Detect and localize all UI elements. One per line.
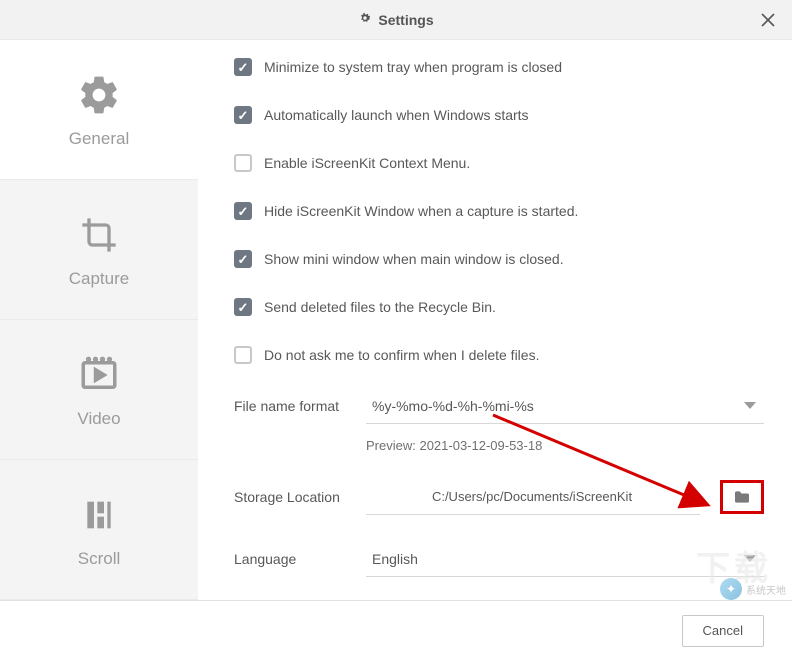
watermark: ✦ 系统天地 bbox=[720, 578, 786, 600]
checkbox-recycle-bin[interactable] bbox=[234, 298, 252, 316]
checkbox-minimize-tray[interactable] bbox=[234, 58, 252, 76]
sidebar-item-label: Scroll bbox=[78, 549, 121, 569]
sidebar-item-capture[interactable]: Capture bbox=[0, 180, 198, 320]
sidebar: General Capture Video Scroll bbox=[0, 40, 198, 600]
option-minimize-tray: Minimize to system tray when program is … bbox=[234, 58, 764, 76]
watermark-text: 系统天地 bbox=[746, 582, 786, 597]
cancel-button[interactable]: Cancel bbox=[682, 615, 764, 647]
close-button[interactable] bbox=[756, 8, 780, 32]
option-auto-launch: Automatically launch when Windows starts bbox=[234, 106, 764, 124]
file-name-format-label: File name format bbox=[234, 398, 350, 414]
folder-icon bbox=[733, 490, 751, 504]
option-label: Do not ask me to confirm when I delete f… bbox=[264, 347, 539, 363]
sidebar-item-label: Video bbox=[77, 409, 120, 429]
checkbox-context-menu[interactable] bbox=[234, 154, 252, 172]
option-label: Automatically launch when Windows starts bbox=[264, 107, 529, 123]
file-name-preview: Preview: 2021-03-12-09-53-18 bbox=[366, 438, 542, 453]
globe-icon: ✦ bbox=[720, 578, 742, 600]
window-title-text: Settings bbox=[378, 12, 433, 28]
main: General Capture Video Scroll Minimize to… bbox=[0, 40, 792, 600]
option-label: Send deleted files to the Recycle Bin. bbox=[264, 299, 496, 315]
option-label: Enable iScreenKit Context Menu. bbox=[264, 155, 470, 171]
gear-icon bbox=[75, 71, 123, 119]
option-label: Hide iScreenKit Window when a capture is… bbox=[264, 203, 578, 219]
checkbox-mini-window[interactable] bbox=[234, 250, 252, 268]
crop-icon bbox=[75, 211, 123, 259]
file-name-format-select[interactable]: %y-%mo-%d-%h-%mi-%s bbox=[366, 388, 764, 424]
storage-location-label: Storage Location bbox=[234, 489, 350, 505]
checkbox-auto-launch[interactable] bbox=[234, 106, 252, 124]
option-hide-window: Hide iScreenKit Window when a capture is… bbox=[234, 202, 764, 220]
sidebar-item-video[interactable]: Video bbox=[0, 320, 198, 460]
video-icon bbox=[75, 351, 123, 399]
option-context-menu: Enable iScreenKit Context Menu. bbox=[234, 154, 764, 172]
sidebar-item-general[interactable]: General bbox=[0, 40, 198, 180]
file-name-format-value: %y-%mo-%d-%h-%mi-%s bbox=[372, 398, 534, 414]
scroll-icon bbox=[75, 491, 123, 539]
language-label: Language bbox=[234, 551, 350, 567]
checkbox-confirm-delete[interactable] bbox=[234, 346, 252, 364]
storage-location-field[interactable]: C:/Users/pc/Documents/iScreenKit bbox=[366, 479, 700, 515]
option-mini-window: Show mini window when main window is clo… bbox=[234, 250, 764, 268]
content: Minimize to system tray when program is … bbox=[198, 40, 792, 600]
checkbox-hide-window[interactable] bbox=[234, 202, 252, 220]
chevron-down-icon bbox=[744, 397, 756, 415]
language-value: English bbox=[372, 551, 418, 567]
window-title: Settings bbox=[358, 11, 433, 28]
browse-folder-button[interactable] bbox=[720, 480, 764, 514]
option-confirm-delete: Do not ask me to confirm when I delete f… bbox=[234, 346, 764, 364]
sidebar-item-label: Capture bbox=[69, 269, 129, 289]
language-row: Language English bbox=[234, 541, 764, 577]
storage-location-value: C:/Users/pc/Documents/iScreenKit bbox=[432, 489, 632, 504]
sidebar-item-label: General bbox=[69, 129, 129, 149]
option-label: Minimize to system tray when program is … bbox=[264, 59, 562, 75]
cancel-button-label: Cancel bbox=[703, 623, 743, 638]
option-recycle-bin: Send deleted files to the Recycle Bin. bbox=[234, 298, 764, 316]
sidebar-item-scroll[interactable]: Scroll bbox=[0, 460, 198, 600]
file-name-format-row: File name format %y-%mo-%d-%h-%mi-%s bbox=[234, 388, 764, 424]
storage-location-row: Storage Location C:/Users/pc/Documents/i… bbox=[234, 479, 764, 515]
option-label: Show mini window when main window is clo… bbox=[264, 251, 564, 267]
gear-icon bbox=[358, 11, 372, 28]
titlebar: Settings bbox=[0, 0, 792, 40]
footer: Cancel bbox=[0, 600, 792, 660]
file-name-preview-row: Preview: 2021-03-12-09-53-18 bbox=[234, 438, 764, 453]
